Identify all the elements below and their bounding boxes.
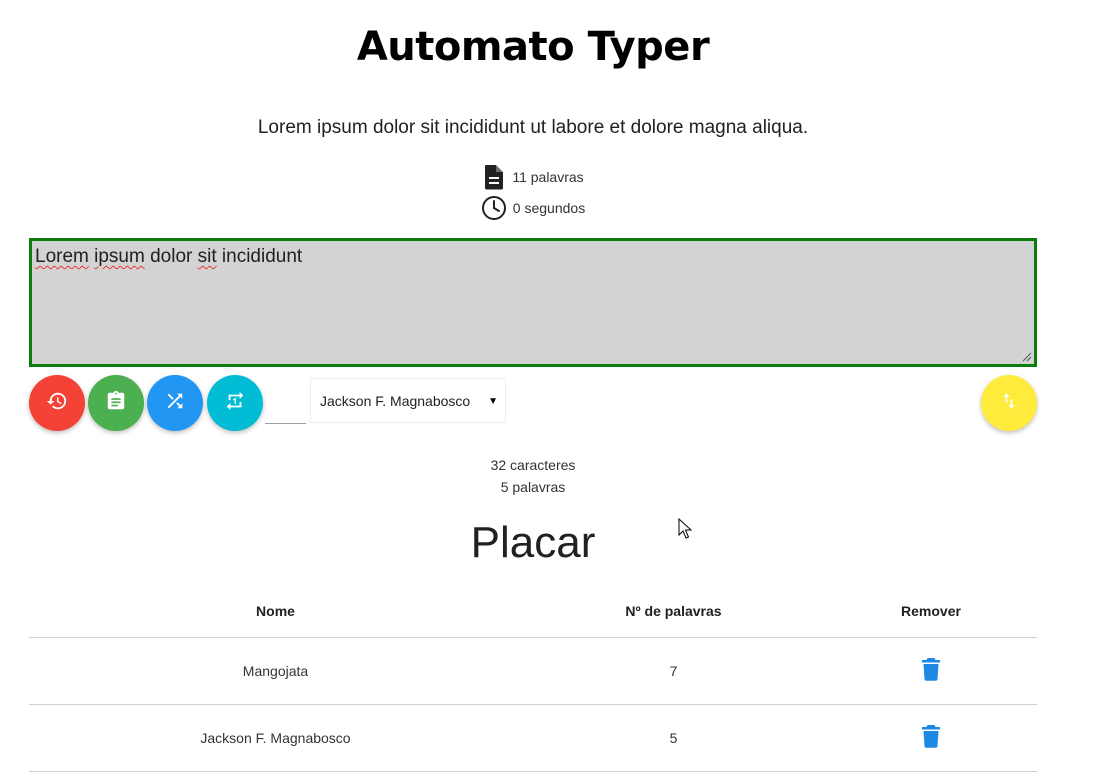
- user-select[interactable]: Jackson F. Magnabosco ▼: [310, 378, 506, 423]
- clock-icon: [481, 195, 507, 221]
- caret-down-icon: ▼: [488, 396, 498, 407]
- table-header-row: Nome Nº de palavras Remover: [29, 586, 1037, 638]
- player-name: Jackson F. Magnabosco: [29, 704, 522, 772]
- sort-arrows-icon: [999, 391, 1019, 416]
- restart-button[interactable]: [29, 375, 85, 431]
- document-icon: [482, 164, 506, 190]
- typed-word: Lorem: [35, 246, 89, 267]
- player-word-count: 7: [522, 637, 825, 705]
- mouse-pointer-icon: [678, 518, 692, 539]
- typed-text: Lorem ipsum dolor sit incididunt: [35, 246, 302, 267]
- restore-icon: [46, 390, 68, 417]
- repeat-button[interactable]: [207, 375, 263, 431]
- scoreboard-title: Placar: [470, 518, 596, 567]
- column-header-words: Nº de palavras: [522, 586, 825, 638]
- typing-textarea[interactable]: Lorem ipsum dolor sit incididunt: [29, 238, 1037, 367]
- typed-word: dolor: [150, 246, 193, 267]
- remove-cell: [825, 637, 1037, 705]
- typed-word: sit: [197, 246, 217, 267]
- target-phrase: Lorem ipsum dolor sit incididunt ut labo…: [257, 117, 809, 138]
- phrase-word-count-label: 11 palavras: [512, 169, 584, 185]
- phrase-timer: 0 segundos: [0, 195, 1066, 221]
- phrase-word-count: 11 palavras: [0, 164, 1066, 190]
- table-row: Mangojata 7: [29, 637, 1037, 705]
- copy-button[interactable]: [88, 375, 144, 431]
- column-header-name: Nome: [29, 586, 522, 638]
- table-row: Jackson F. Magnabosco 5: [29, 704, 1037, 772]
- typed-word: ipsum: [94, 246, 145, 267]
- typed-word: incididunt: [221, 246, 303, 267]
- trash-icon[interactable]: [921, 657, 941, 684]
- trash-icon[interactable]: [921, 724, 941, 751]
- remove-cell: [825, 704, 1037, 772]
- typed-word-count: 5 palavras: [500, 479, 566, 495]
- repeat-one-icon: [224, 390, 246, 417]
- sort-button[interactable]: [981, 375, 1037, 431]
- player-word-count: 5: [522, 704, 825, 772]
- column-header-remove: Remover: [825, 586, 1037, 638]
- resize-grip-icon[interactable]: [1022, 352, 1032, 362]
- phrase-timer-label: 0 segundos: [512, 200, 586, 216]
- page-title: Automato Typer: [356, 24, 710, 70]
- typed-character-count: 32 caracteres: [490, 457, 576, 473]
- clipboard-icon: [105, 390, 127, 417]
- scoreboard-table: Nome Nº de palavras Remover Mangojata 7 …: [29, 586, 1037, 772]
- shuffle-icon: [164, 390, 186, 417]
- player-name: Mangojata: [29, 637, 522, 705]
- user-select-value: Jackson F. Magnabosco: [320, 392, 471, 409]
- time-limit-input[interactable]: [265, 392, 306, 424]
- shuffle-button[interactable]: [147, 375, 203, 431]
